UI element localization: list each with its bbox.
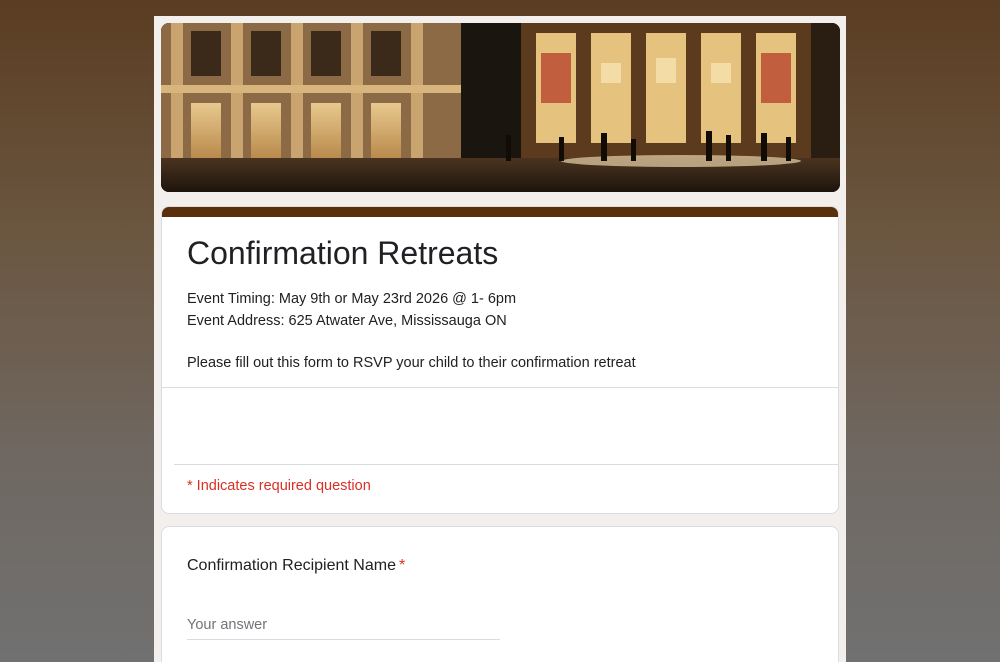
form-title: Confirmation Retreats: [187, 235, 499, 271]
form-header-card: Confirmation Retreats Event Timing: May …: [161, 206, 839, 514]
header-banner-image: [161, 23, 840, 192]
event-address-text: Event Address: 625 Atwater Ave, Mississa…: [187, 313, 507, 329]
form-instructions-text: Please fill out this form to RSVP your c…: [187, 355, 636, 371]
required-asterisk: *: [398, 557, 406, 574]
card-accent-bar: [162, 207, 838, 217]
question-card: Confirmation Recipient Name *: [161, 526, 839, 662]
event-timing-text: Event Timing: May 9th or May 23rd 2026 @…: [187, 291, 517, 307]
question-title: Confirmation Recipient Name *: [187, 557, 405, 575]
header-divider: [162, 387, 838, 388]
form-page: Confirmation Retreats Event Timing: May …: [154, 16, 846, 662]
question-label: Confirmation Recipient Name: [187, 557, 396, 574]
required-question-note: * Indicates required question: [187, 478, 371, 494]
required-divider: [174, 464, 838, 465]
recipient-name-input[interactable]: [187, 611, 500, 640]
